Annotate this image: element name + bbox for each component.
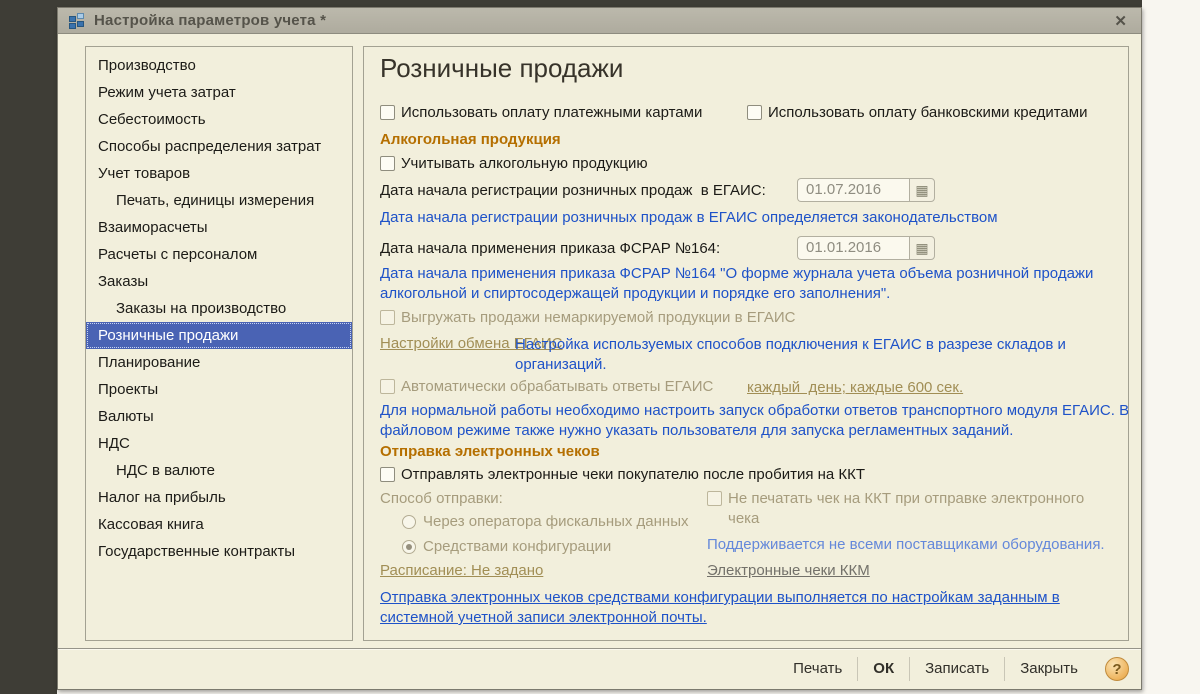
checkbox-box-icon: [707, 491, 722, 506]
footer-bar: ПечатьОКЗаписатьЗакрыть ?: [58, 648, 1141, 689]
checkbox-box-icon: [380, 379, 395, 394]
sidebar-item[interactable]: Способы распределения затрат: [86, 133, 352, 160]
radio-selected-icon: [402, 540, 416, 554]
alcohol-checkbox[interactable]: Учитывать алкогольную продукцию: [380, 154, 648, 174]
calendar-icon[interactable]: ▦: [909, 236, 935, 260]
sidebar-list: ПроизводствоРежим учета затратСебестоимо…: [86, 52, 352, 565]
unmarked-sales-checkbox: Выгружать продажи немаркируемой продукци…: [380, 308, 795, 328]
radio-circle-icon: [402, 515, 416, 529]
send-echecks-label: Отправлять электронные чеки покупателю п…: [401, 465, 865, 485]
form-icon: [68, 13, 86, 29]
kkm-echecks-link[interactable]: Электронные чеки ККМ: [707, 562, 870, 579]
help-label: ?: [1112, 661, 1121, 678]
egais-date-field[interactable]: 01.07.2016 ▦: [797, 178, 935, 202]
close-icon[interactable]: ✕: [1110, 12, 1131, 30]
footer-buttons: ПечатьОКЗаписатьЗакрыть: [778, 657, 1093, 681]
checkbox-box-icon[interactable]: [380, 156, 395, 171]
print-button[interactable]: Печать: [778, 657, 857, 681]
email-settings-link[interactable]: Отправка электронных чеков средствами ко…: [380, 588, 1080, 628]
sidebar-item[interactable]: Учет товаров: [86, 160, 352, 187]
settings-window: Настройка параметров учета * ✕ Производс…: [57, 7, 1142, 690]
alcohol-section-header: Алкогольная продукция: [380, 131, 561, 148]
bank-credits-label: Использовать оплату банковскими кредитам…: [768, 103, 1087, 123]
checkbox-box-icon[interactable]: [380, 105, 395, 120]
schedule-link[interactable]: Расписание: Не задано: [380, 562, 543, 579]
help-button[interactable]: ?: [1105, 657, 1129, 681]
calendar-icon[interactable]: ▦: [909, 178, 935, 202]
sidebar-item[interactable]: Проекты: [86, 376, 352, 403]
fsrar-note: Дата начала применения приказа ФСРАР №16…: [380, 264, 1128, 304]
auto-answers-note: Для нормальной работы необходимо настрои…: [380, 401, 1129, 441]
sidebar-item[interactable]: Планирование: [86, 349, 352, 376]
checkbox-box-icon[interactable]: [747, 105, 762, 120]
egais-date-label: Дата начала регистрации розничных продаж…: [380, 182, 797, 199]
checkbox-box-icon[interactable]: [380, 467, 395, 482]
unmarked-sales-label: Выгружать продажи немаркируемой продукци…: [401, 308, 795, 328]
no-print-note: Поддерживается не всеми поставщиками обо…: [707, 535, 1127, 555]
sidebar-item[interactable]: НДС в валюте: [86, 457, 352, 484]
payment-cards-checkbox[interactable]: Использовать оплату платежными картами: [380, 103, 747, 123]
ofd-radio: Через оператора фискальных данных: [402, 513, 689, 530]
close-button[interactable]: Закрыть: [1004, 657, 1093, 681]
ok-button[interactable]: ОК: [857, 657, 909, 681]
sidebar-item[interactable]: Налог на прибыль: [86, 484, 352, 511]
config-radio-label: Средствами конфигурации: [423, 538, 611, 555]
fsrar-date-input[interactable]: 01.01.2016: [797, 236, 909, 260]
payment-cards-label: Использовать оплату платежными картами: [401, 103, 702, 123]
sidebar-item-selected[interactable]: Розничные продажи: [86, 322, 352, 349]
auto-answers-checkbox: Автоматически обрабатывать ответы ЕГАИС: [380, 377, 713, 397]
desktop-background-left: [0, 0, 57, 694]
sidebar-item[interactable]: Себестоимость: [86, 106, 352, 133]
egais-date-note: Дата начала регистрации розничных продаж…: [380, 208, 998, 228]
sidebar-item[interactable]: Заказы на производство: [86, 295, 352, 322]
page-title: Розничные продажи: [380, 53, 623, 84]
save-button[interactable]: Записать: [909, 657, 1004, 681]
echecks-section-header: Отправка электронных чеков: [380, 443, 600, 460]
checkbox-box-icon: [380, 310, 395, 325]
egais-exchange-settings-note: Настройка используемых способов подключе…: [515, 335, 1077, 375]
send-echecks-checkbox[interactable]: Отправлять электронные чеки покупателю п…: [380, 465, 865, 485]
main-panel: Розничные продажи Использовать оплату пл…: [363, 46, 1129, 641]
config-radio: Средствами конфигурации: [402, 538, 611, 555]
sidebar-item[interactable]: НДС: [86, 430, 352, 457]
sidebar-item[interactable]: Взаиморасчеты: [86, 214, 352, 241]
auto-answers-schedule-link[interactable]: каждый день; каждые 600 сек.: [747, 379, 963, 396]
bank-credits-checkbox[interactable]: Использовать оплату банковскими кредитам…: [747, 103, 1087, 123]
sidebar-item[interactable]: Производство: [86, 52, 352, 79]
sidebar-item[interactable]: Заказы: [86, 268, 352, 295]
ofd-radio-label: Через оператора фискальных данных: [423, 513, 689, 530]
sidebar-item[interactable]: Расчеты с персоналом: [86, 241, 352, 268]
egais-date-input[interactable]: 01.07.2016: [797, 178, 909, 202]
sidebar: ПроизводствоРежим учета затратСебестоимо…: [85, 46, 353, 641]
auto-answers-label: Автоматически обрабатывать ответы ЕГАИС: [401, 377, 713, 397]
window-titlebar: Настройка параметров учета * ✕: [58, 8, 1141, 34]
sidebar-item[interactable]: Режим учета затрат: [86, 79, 352, 106]
fsrar-date-field[interactable]: 01.01.2016 ▦: [797, 236, 935, 260]
sidebar-item[interactable]: Государственные контракты: [86, 538, 352, 565]
send-method-label: Способ отправки:: [380, 490, 503, 507]
no-print-label: Не печатать чек на ККТ при отправке элек…: [728, 489, 1107, 529]
window-title: Настройка параметров учета *: [94, 12, 326, 29]
fsrar-date-label: Дата начала применения приказа ФСРАР №16…: [380, 240, 797, 257]
no-print-checkbox: Не печатать чек на ККТ при отправке элек…: [707, 489, 1107, 529]
alcohol-label: Учитывать алкогольную продукцию: [401, 154, 648, 174]
sidebar-item[interactable]: Валюты: [86, 403, 352, 430]
sidebar-item[interactable]: Печать, единицы измерения: [86, 187, 352, 214]
sidebar-item[interactable]: Кассовая книга: [86, 511, 352, 538]
